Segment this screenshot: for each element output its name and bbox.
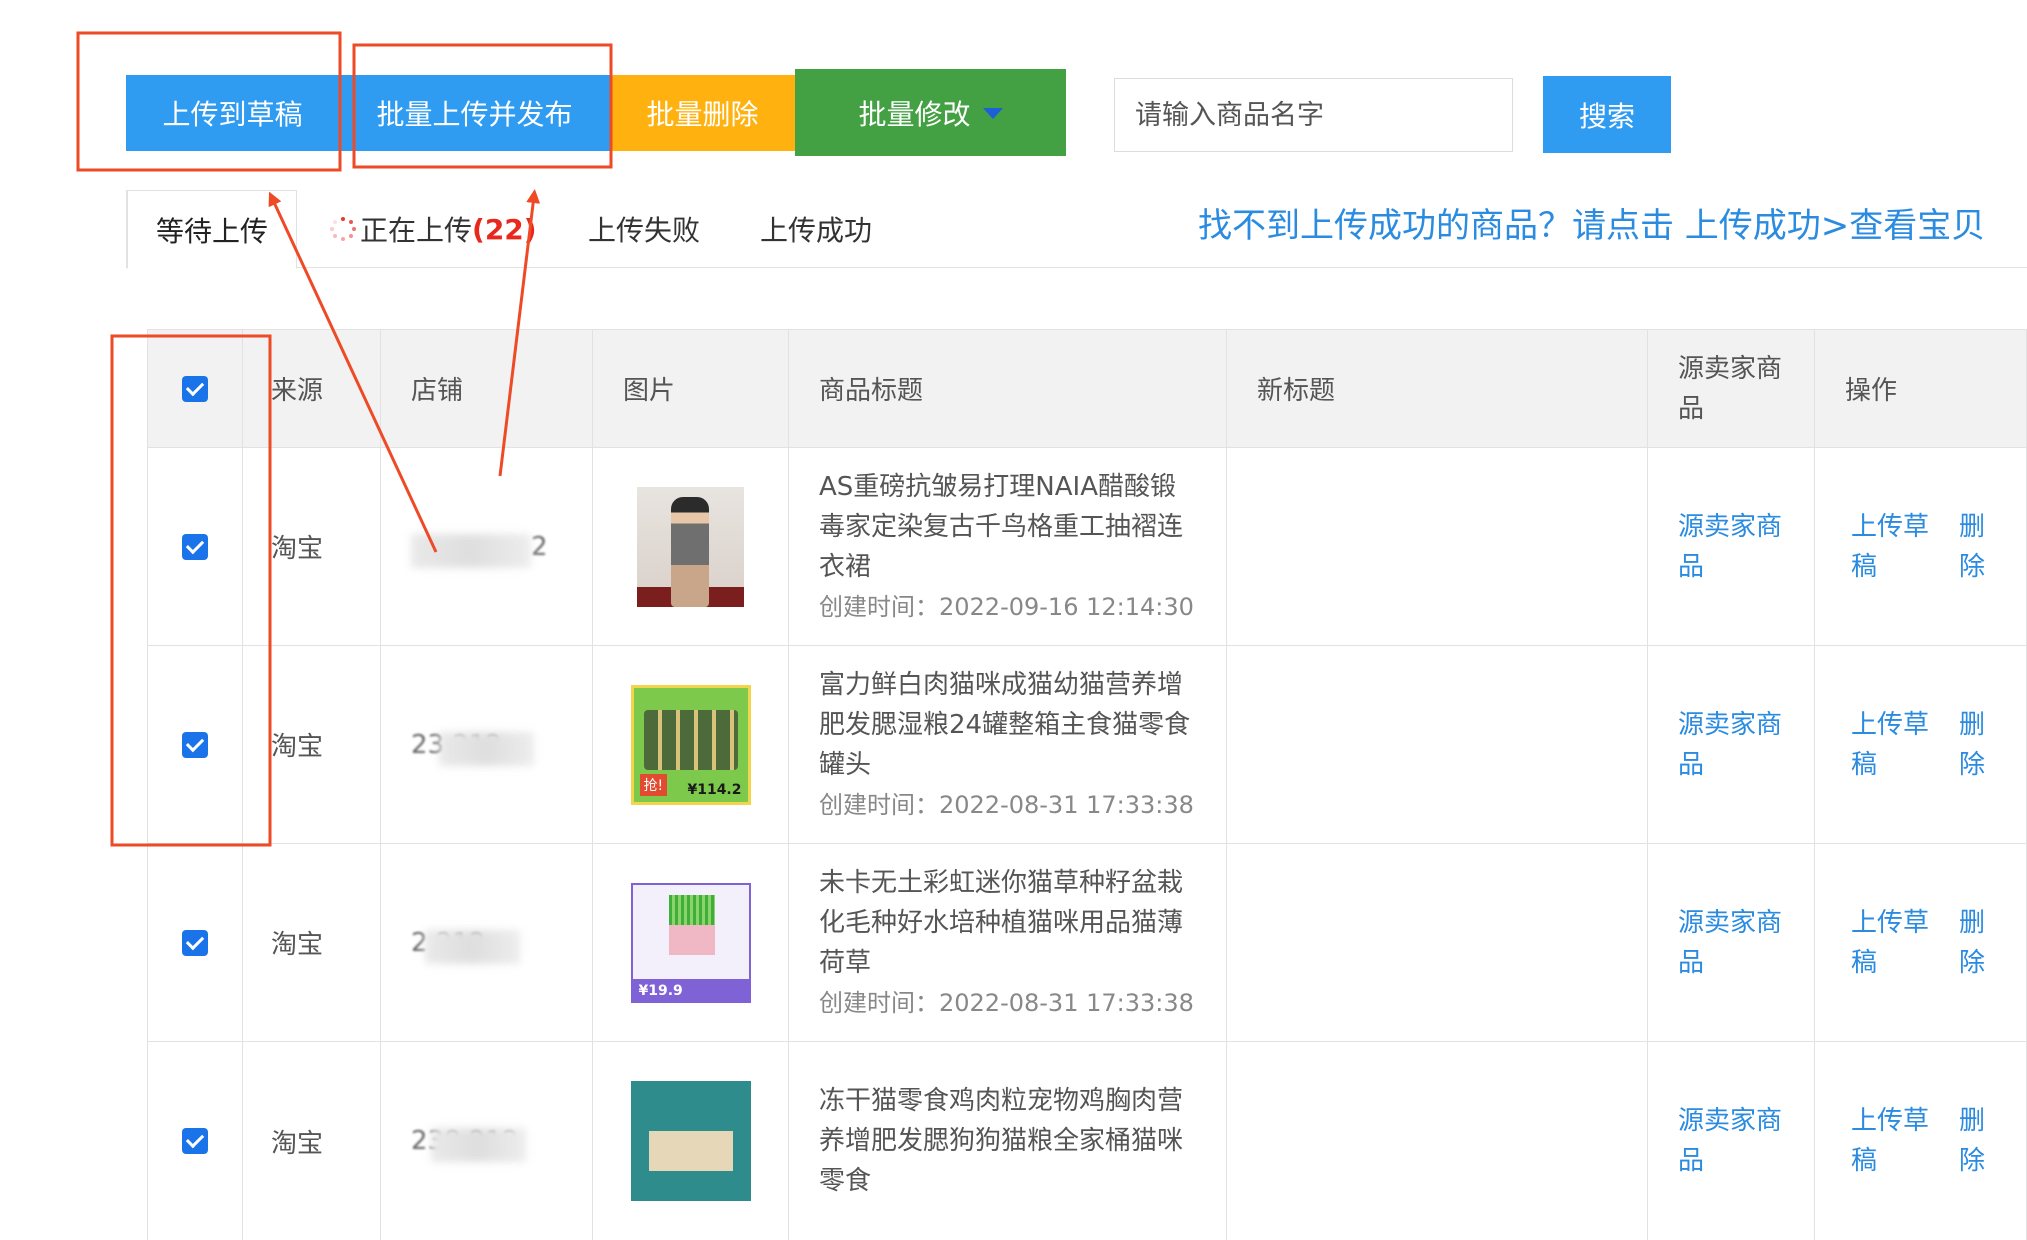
shop-name-blurred: 2: [411, 532, 548, 568]
delete-link[interactable]: 删除: [1959, 1101, 1989, 1181]
batch-modify-dropdown-button[interactable]: 批量修改: [795, 69, 1066, 156]
product-photo-dress-icon[interactable]: [637, 486, 744, 607]
created-time: 创建时间：2022-08-31 17:33:38: [819, 988, 1194, 1017]
table-row: 淘宝 2 212 ¥19.9 未卡无土彩虹迷你猫草种籽盆栽化毛种好水培种植猫咪用…: [147, 844, 2027, 1042]
upload-draft-link[interactable]: 上传草稿: [1851, 903, 1931, 983]
row-title-cell: 富力鲜白肉猫咪成猫幼猫营养增肥发腮湿粮24罐整箱主食猫零食罐头 创建时间：202…: [788, 646, 1226, 843]
uploading-count-badge: (22): [472, 212, 537, 246]
row-title-cell: 冻干猫零食鸡肉粒宠物鸡胸肉营养增肥发腮狗狗猫粮全家桶猫咪零食: [788, 1042, 1226, 1240]
table-header-row: 来源 店铺 图片 商品标题 新标题 源卖家商品 操作: [147, 329, 2027, 448]
row-actions-cell: 上传草稿 删除: [1814, 1042, 2027, 1240]
row-image-cell: [592, 448, 788, 645]
tab-label: 上传成功: [760, 214, 873, 247]
header-new-title: 新标题: [1226, 330, 1647, 447]
batch-upload-publish-button[interactable]: 批量上传并发布: [339, 75, 610, 151]
search-button[interactable]: 搜索: [1543, 76, 1671, 153]
source-seller-link[interactable]: 源卖家商品: [1678, 705, 1788, 785]
row-seller-cell: 源卖家商品: [1647, 1042, 1814, 1240]
upload-to-draft-button[interactable]: 上传到草稿: [126, 75, 339, 151]
app-stage: 上传到草稿 批量上传并发布 批量删除 批量修改 搜索 等待上传 正在上传 (22…: [0, 0, 2027, 1240]
row-image-cell: 抢! ¥114.2: [592, 646, 788, 843]
row-checkbox[interactable]: [182, 533, 208, 560]
table-row: 淘宝 23 212 抢!¥114.2 富力鲜白肉猫咪成猫幼猫营养增肥发腮湿粮24…: [147, 646, 2027, 844]
shop-name-blurred: 23 212: [411, 730, 534, 766]
header-image: 图片: [592, 330, 788, 447]
tab-uploading[interactable]: 正在上传 (22): [330, 190, 537, 268]
product-photo-cat-grass-icon[interactable]: ¥19.9: [630, 882, 751, 1003]
row-select-cell: [147, 1042, 242, 1240]
tab-upload-success[interactable]: 上传成功: [760, 190, 872, 268]
loading-spinner-icon: [330, 216, 356, 242]
header-source-seller-label: 源卖家商品: [1678, 353, 1783, 424]
product-photo-cat-food-icon[interactable]: 抢! ¥114.2: [630, 684, 751, 805]
tab-waiting-upload[interactable]: 等待上传: [127, 190, 297, 269]
product-photo-chicken-snack-icon[interactable]: [630, 1081, 751, 1201]
row-image-cell: ¥19.9: [592, 844, 788, 1041]
tab-label: 正在上传: [360, 214, 473, 247]
tab-label: 等待上传: [155, 214, 268, 248]
delete-link[interactable]: 删除: [1959, 507, 1989, 587]
tab-label: 上传失败: [588, 214, 701, 247]
row-new-title[interactable]: [1226, 448, 1647, 645]
upload-draft-link[interactable]: 上传草稿: [1851, 1101, 1931, 1181]
caret-down-icon: [982, 108, 1003, 119]
shop-name-blurred: 238 212: [411, 1126, 526, 1162]
row-seller-cell: 源卖家商品: [1647, 448, 1814, 645]
row-actions-cell: 上传草稿 删除: [1814, 844, 2027, 1041]
source-seller-link[interactable]: 源卖家商品: [1678, 507, 1788, 587]
product-title: 未卡无土彩虹迷你猫草种籽盆栽化毛种好水培种植猫咪用品猫薄荷草: [819, 867, 1184, 978]
row-source: 淘宝: [242, 646, 380, 843]
row-new-title[interactable]: [1226, 646, 1647, 843]
row-title-cell: AS重磅抗皱易打理NAIA醋酸锻毒家定染复古千鸟格重工抽褶连衣裙 创建时间：20…: [788, 448, 1226, 645]
row-actions-cell: 上传草稿 删除: [1814, 448, 2027, 645]
row-new-title[interactable]: [1226, 1042, 1647, 1240]
created-time: 创建时间：2022-08-31 17:33:38: [819, 790, 1194, 819]
row-source: 淘宝: [242, 844, 380, 1041]
upload-draft-link[interactable]: 上传草稿: [1851, 705, 1931, 785]
row-select-cell: [147, 646, 242, 843]
tab-upload-failed[interactable]: 上传失败: [588, 190, 700, 268]
batch-modify-label: 批量修改: [858, 97, 971, 131]
header-select-all-cell: [147, 330, 242, 447]
header-title: 商品标题: [788, 330, 1226, 447]
delete-link[interactable]: 删除: [1959, 903, 1989, 983]
upload-draft-link[interactable]: 上传草稿: [1851, 507, 1931, 587]
header-shop: 店铺: [380, 330, 592, 447]
source-seller-link[interactable]: 源卖家商品: [1678, 1101, 1788, 1181]
row-seller-cell: 源卖家商品: [1647, 646, 1814, 843]
row-select-cell: [147, 448, 242, 645]
header-source: 来源: [242, 330, 380, 447]
created-time: 创建时间：2022-09-16 12:14:30: [819, 592, 1194, 621]
header-source-seller: 源卖家商品: [1647, 330, 1814, 447]
row-new-title[interactable]: [1226, 844, 1647, 1041]
row-checkbox[interactable]: [182, 929, 208, 956]
row-actions-cell: 上传草稿 删除: [1814, 646, 2027, 843]
product-name-search-input[interactable]: [1114, 78, 1513, 152]
table-row: 淘宝 238 212 冻干猫零食鸡肉粒宠物鸡胸肉营养增肥发腮狗狗猫粮全家桶猫咪零…: [147, 1042, 2027, 1240]
table-row: 淘宝 2 AS重磅抗皱易打理NAIA醋酸锻毒家定染复古千鸟格重工抽褶连衣裙 创建…: [147, 448, 2027, 646]
row-shop: 2: [380, 448, 592, 645]
row-title-cell: 未卡无土彩虹迷你猫草种籽盆栽化毛种好水培种植猫咪用品猫薄荷草 创建时间：2022…: [788, 844, 1226, 1041]
row-source: 淘宝: [242, 1042, 380, 1240]
row-shop: 238 212: [380, 1042, 592, 1240]
row-image-cell: [592, 1042, 788, 1240]
row-checkbox[interactable]: [182, 1128, 208, 1154]
row-shop: 23 212: [380, 646, 592, 843]
row-shop: 2 212: [380, 844, 592, 1041]
help-find-uploaded-link[interactable]: 找不到上传成功的商品？请点击 上传成功>查看宝贝: [1198, 198, 1985, 247]
product-title: 冻干猫零食鸡肉粒宠物鸡胸肉营养增肥发腮狗狗猫粮全家桶猫咪零食: [819, 1086, 1184, 1196]
select-all-checkbox[interactable]: [182, 375, 208, 402]
header-actions: 操作: [1814, 330, 2027, 447]
row-seller-cell: 源卖家商品: [1647, 844, 1814, 1041]
source-seller-link[interactable]: 源卖家商品: [1678, 903, 1788, 983]
product-title: 富力鲜白肉猫咪成猫幼猫营养增肥发腮湿粮24罐整箱主食猫零食罐头: [819, 669, 1191, 780]
product-title: AS重磅抗皱易打理NAIA醋酸锻毒家定染复古千鸟格重工抽褶连衣裙: [819, 471, 1184, 582]
row-source: 淘宝: [242, 448, 380, 645]
shop-name-blurred: 2 212: [411, 928, 520, 964]
batch-delete-button[interactable]: 批量删除: [610, 75, 795, 151]
row-select-cell: [147, 844, 242, 1041]
row-checkbox[interactable]: [182, 731, 208, 758]
delete-link[interactable]: 删除: [1959, 705, 1989, 785]
